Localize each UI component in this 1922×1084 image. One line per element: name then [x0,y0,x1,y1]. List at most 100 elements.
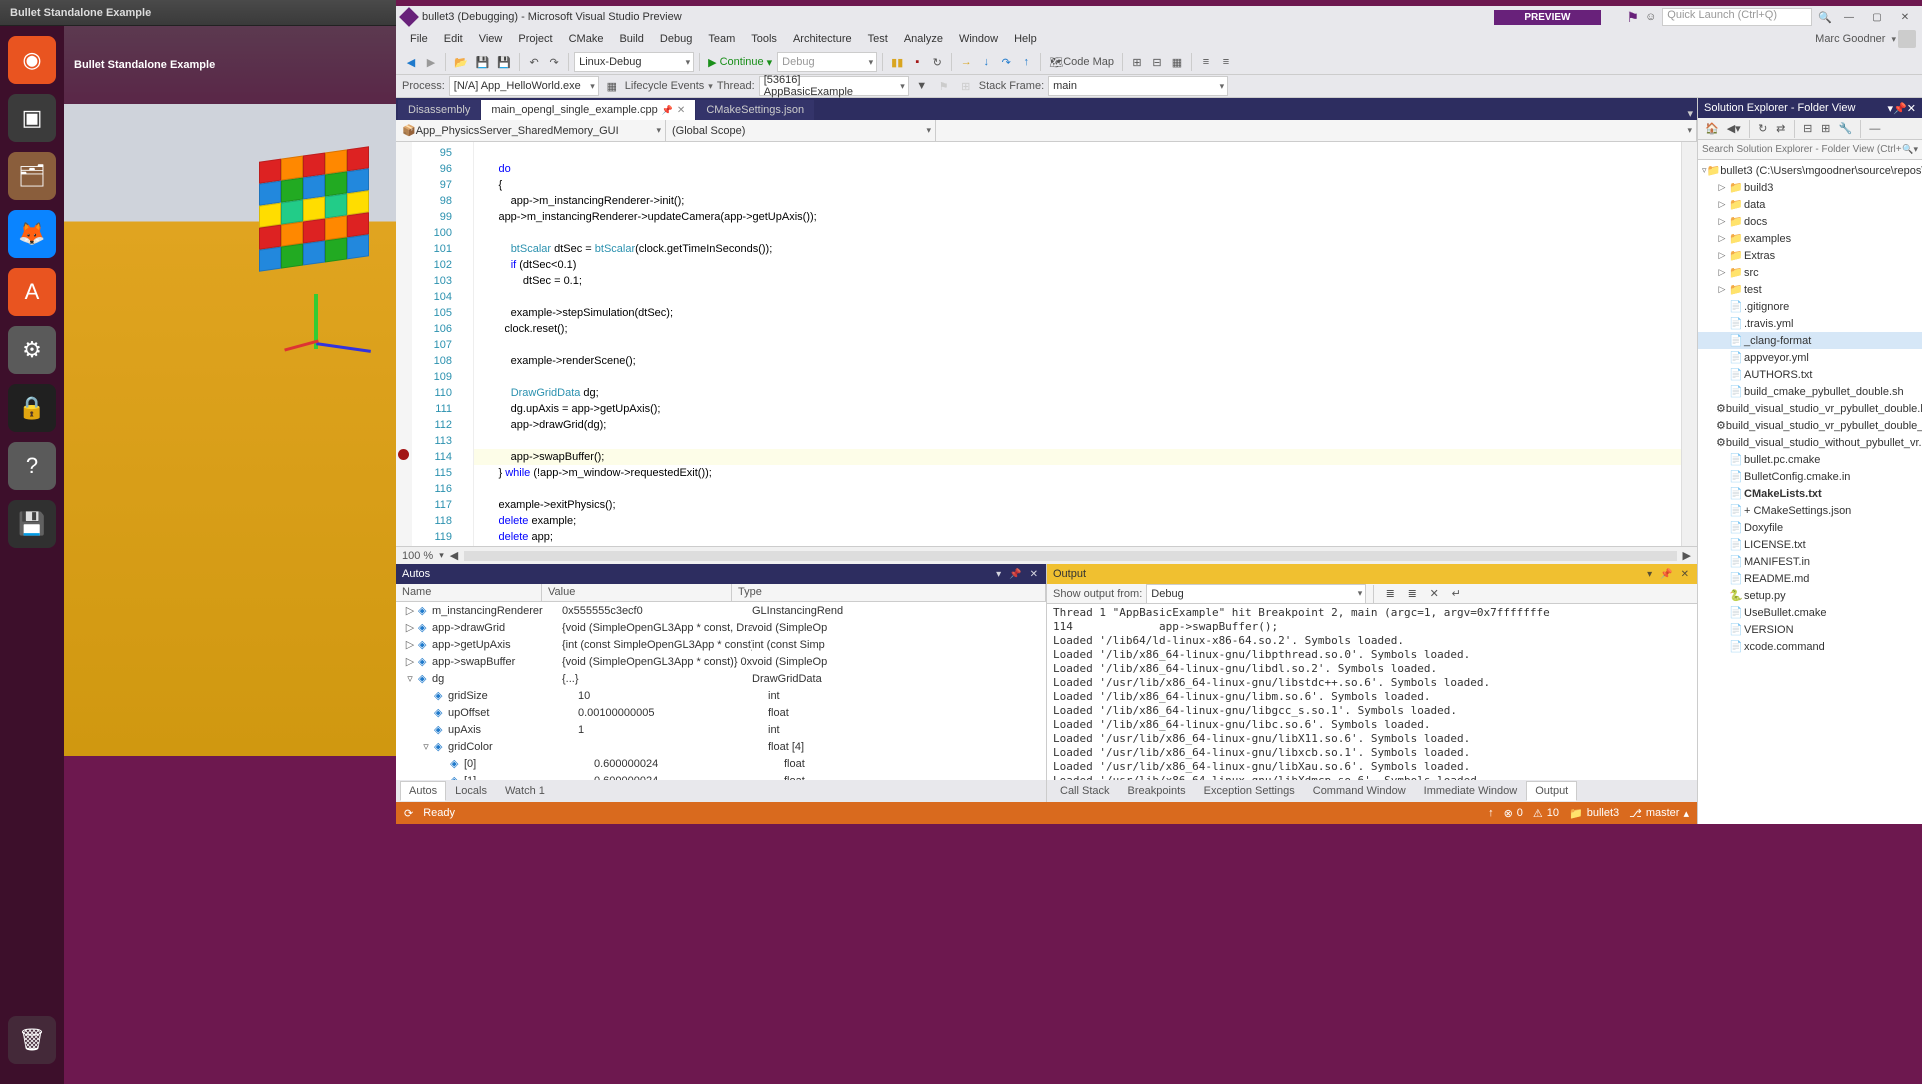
panel-pin-icon[interactable]: 📌 [1658,569,1674,580]
col-value[interactable]: Value [542,584,732,601]
panel-pin-icon[interactable]: 📌 [1007,569,1023,580]
zoom-value[interactable]: 100 % [402,550,433,562]
tb-extra-4[interactable]: ≡ [1197,52,1215,72]
status-publish[interactable]: ↑ [1488,807,1494,819]
se-item-doxyfile[interactable]: 📄Doxyfile [1698,519,1922,536]
se-item-bulletconfig-cmake-in[interactable]: 📄BulletConfig.cmake.in [1698,468,1922,485]
continue-button[interactable]: ▶ Continue ▾ [705,52,775,72]
se-item-setup-py[interactable]: 🐍setup.py [1698,587,1922,604]
quick-launch-input[interactable]: Quick Launch (Ctrl+Q) [1662,8,1812,26]
status-branch[interactable]: ⎇ master ▴ [1629,807,1689,820]
panel-dropdown-icon[interactable]: ▾ [994,569,1003,580]
editor-horizontal-scrollbar[interactable] [464,551,1676,561]
notifications-icon[interactable]: ⚑ [1627,9,1640,26]
tab-locals[interactable]: Locals [446,781,496,801]
se-item--gitignore[interactable]: 📄.gitignore [1698,298,1922,315]
close-button[interactable]: ✕ [1894,8,1916,26]
output-header[interactable]: Output ▾ 📌 ✕ [1047,564,1697,584]
autos-body[interactable]: ▷◈m_instancingRenderer0x555555c3ecf0GLIn… [396,602,1046,780]
minimize-button[interactable]: — [1838,8,1860,26]
tab-exception-settings[interactable]: Exception Settings [1195,781,1304,801]
debug-combo[interactable]: Debug [777,52,877,72]
stop-button[interactable]: ▪ [908,52,926,72]
se-item-version[interactable]: 📄VERSION [1698,621,1922,638]
solution-explorer-header[interactable]: Solution Explorer - Folder View ▾ 📌 ✕ [1698,98,1922,118]
menu-test[interactable]: Test [860,30,896,48]
code-content[interactable]: do { app->m_instancingRenderer->init(); … [474,142,1681,546]
breakpoint-icon[interactable] [398,449,409,460]
lock-icon[interactable]: 🔒 [8,384,56,432]
lifecycle-icon[interactable]: ▦ [603,76,621,96]
se-item-cmakelists-txt[interactable]: 📄CMakeLists.txt [1698,485,1922,502]
tab-cmake-settings[interactable]: CMakeSettings.json [696,100,814,120]
panel-pin-icon[interactable]: 📌 [1893,102,1907,115]
autos-row[interactable]: ◈upAxis1int [396,721,1046,738]
flag-threads-icon[interactable]: ⚑ [935,76,953,96]
filter-icon[interactable]: ▼ [913,76,931,96]
se-item-readme-md[interactable]: 📄README.md [1698,570,1922,587]
threads-icon[interactable]: ⊞ [957,76,975,96]
break-all-button[interactable]: ▮▮ [888,52,906,72]
menu-team[interactable]: Team [700,30,743,48]
se-item-appveyor-yml[interactable]: 📄appveyor.yml [1698,349,1922,366]
se-back-button[interactable]: ◀▾ [1724,120,1744,138]
lifecycle-label[interactable]: Lifecycle Events [625,80,704,92]
open-file-button[interactable]: 📂 [451,52,471,72]
autos-row[interactable]: ◈[1]0.600000024float [396,772,1046,780]
solution-explorer-search-input[interactable] [1702,144,1902,155]
horizontal-scroll-left-icon[interactable]: ◀ [450,549,458,562]
autos-row[interactable]: ◈[0]0.600000024float [396,755,1046,772]
tab-autos[interactable]: Autos [400,781,446,801]
nav-forward-button[interactable]: ▶ [422,52,440,72]
feedback-icon[interactable]: ☺ [1645,11,1656,23]
autos-row[interactable]: ▷◈app->getUpAxis{int (const SimpleOpenGL… [396,636,1046,653]
tab-immediate-window[interactable]: Immediate Window [1415,781,1527,801]
save-button[interactable]: 💾 [473,52,493,72]
se-item-docs[interactable]: ▷📁docs [1698,213,1922,230]
menu-debug[interactable]: Debug [652,30,700,48]
maximize-button[interactable]: ▢ [1866,8,1888,26]
panel-close-icon[interactable]: ✕ [1028,569,1040,580]
output-body[interactable]: Thread 1 "AppBasicExample" hit Breakpoin… [1047,604,1697,780]
autos-row[interactable]: ▷◈m_instancingRenderer0x555555c3ecf0GLIn… [396,602,1046,619]
process-combo[interactable]: [N/A] App_HelloWorld.exe [449,76,599,96]
status-repo[interactable]: 📁 bullet3 [1569,807,1619,820]
trash-icon[interactable]: 🗑 [8,1016,56,1064]
redo-button[interactable]: ↷ [545,52,563,72]
solution-explorer-tree[interactable]: ▿📁bullet3 (C:\Users\mgoodner\source\repo… [1698,160,1922,824]
se-properties-button[interactable]: 🔧 [1836,120,1856,138]
autos-row[interactable]: ◈upOffset0.00100000005float [396,704,1046,721]
software-center-icon[interactable]: A [8,268,56,316]
se-item-authors-txt[interactable]: 📄AUTHORS.txt [1698,366,1922,383]
tb-extra-1[interactable]: ⊞ [1128,52,1146,72]
autos-row[interactable]: ▷◈app->drawGrid{void (SimpleOpenGL3App *… [396,619,1046,636]
step-out-button[interactable]: ↑ [1017,52,1035,72]
outline-margin[interactable] [460,142,474,546]
search-dropdown-icon[interactable]: 🔍▾ [1902,144,1918,155]
close-icon[interactable]: ✕ [677,105,685,116]
horizontal-scroll-right-icon[interactable]: ▶ [1683,549,1691,562]
menu-analyze[interactable]: Analyze [896,30,951,48]
se-item-build-cmake-pybullet-double-sh[interactable]: 📄build_cmake_pybullet_double.sh [1698,383,1922,400]
opengl-viewport[interactable] [64,104,396,756]
se-showall-button[interactable]: ⊞ [1818,120,1834,138]
firefox-icon[interactable]: 🦊 [8,210,56,258]
tab-disassembly[interactable]: Disassembly [398,100,480,120]
tab-call-stack[interactable]: Call Stack [1051,781,1119,801]
stackframe-combo[interactable]: main [1048,76,1228,96]
config-combo[interactable]: Linux-Debug [574,52,694,72]
menu-build[interactable]: Build [611,30,651,48]
tb-extra-2[interactable]: ⊟ [1148,52,1166,72]
breakpoint-margin[interactable] [396,142,412,546]
panel-close-icon[interactable]: ✕ [1679,569,1691,580]
se-item-license-txt[interactable]: 📄LICENSE.txt [1698,536,1922,553]
se-item-build-visual-studio-vr-pybullet-double-bat[interactable]: ⚙build_visual_studio_vr_pybullet_double.… [1698,400,1922,417]
menu-window[interactable]: Window [951,30,1006,48]
code-map-button[interactable]: 🗺 Code Map [1046,52,1117,72]
se-item-build-visual-studio-vr-pybullet-double-cmak[interactable]: ⚙build_visual_studio_vr_pybullet_double_… [1698,417,1922,434]
menu-edit[interactable]: Edit [436,30,471,48]
search-icon[interactable]: 🔍 [1818,11,1832,24]
terminal-icon[interactable]: ▣ [8,94,56,142]
menu-architecture[interactable]: Architecture [785,30,860,48]
pin-icon[interactable]: 📌 [662,105,673,116]
